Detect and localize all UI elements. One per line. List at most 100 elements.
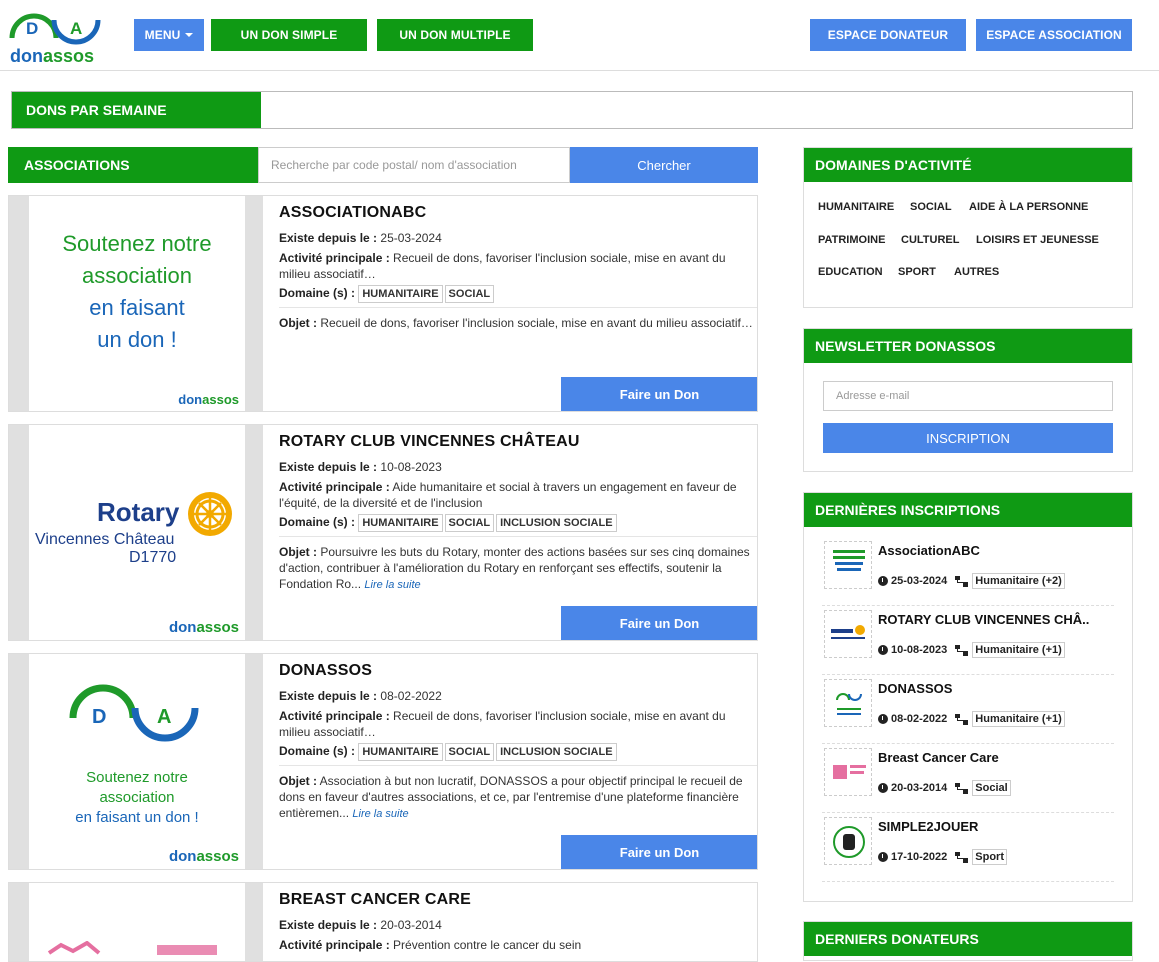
inscription-item[interactable]: SIMPLE2JOUER 17-10-2022 Sport [822, 813, 1114, 882]
logo-wordmark: donassos [10, 46, 95, 66]
inscription-meta: 10-08-2023 Humanitaire (+1) [878, 642, 1065, 658]
svg-text:D: D [92, 706, 106, 728]
espace-association-button[interactable]: ESPACE ASSOCIATION [976, 19, 1132, 51]
image-text-line: en faisant [89, 295, 185, 320]
inscription-name[interactable]: SIMPLE2JOUER [878, 819, 978, 834]
domain-tag[interactable]: SOCIAL [444, 285, 495, 303]
association-image[interactable]: Rotary Vincennes Château D1770 donassos [29, 425, 245, 640]
inscription-meta: 17-10-2022 Sport [878, 849, 1008, 865]
image-brand: donassos [168, 848, 239, 865]
lire-la-suite-link[interactable]: Lire la suite [352, 808, 408, 820]
domain-link-culturel[interactable]: CULTUREL [901, 234, 959, 246]
email-input[interactable]: Adresse e-mail [823, 381, 1113, 411]
object-line: Objet : Association à but non lucratif, … [279, 774, 743, 820]
association-card: Soutenez notre association en faisant un… [8, 195, 758, 412]
inscription-item[interactable]: Breast Cancer Care 20-03-2014 Social [822, 744, 1114, 813]
since-line: Existe depuis le : 25-03-2024 [279, 231, 442, 245]
inscription-meta: 25-03-2024 Humanitaire (+2) [878, 573, 1065, 589]
association-image[interactable] [29, 883, 245, 961]
inscription-thumbnail [824, 541, 872, 589]
association-card: Rotary Vincennes Château D1770 donassos … [8, 424, 758, 641]
domain-link-autres[interactable]: AUTRES [954, 266, 999, 278]
domains-line: Domaine (s) : HUMANITAIRE SOCIAL INCLUSION… [279, 743, 753, 761]
association-title[interactable]: ROTARY CLUB VINCENNES CHÂTEAU [279, 433, 580, 451]
domain-link-aide[interactable]: AIDE À LA PERSONNE [969, 201, 1088, 213]
lire-la-suite-link[interactable]: Lire la suite [364, 579, 420, 591]
image-text-line: Soutenez notre [86, 769, 188, 786]
donateurs-panel: DERNIERS DONATEURS [803, 921, 1133, 961]
menu-button[interactable]: MENU [134, 19, 204, 51]
domain-tag[interactable]: HUMANITAIRE [358, 743, 443, 761]
card-left-strip [9, 654, 29, 869]
image-text-line: en faisant un don ! [75, 809, 199, 826]
association-search-input[interactable]: Recherche par code postal/ nom d'associa… [258, 147, 570, 183]
association-card: D A Soutenez notre association en faisan… [8, 653, 758, 870]
inscription-item[interactable]: AssociationABC 25-03-2024 Humanitaire (+… [822, 537, 1114, 606]
espace-donateur-button[interactable]: ESPACE DONATEUR [810, 19, 966, 51]
inscription-name[interactable]: AssociationABC [878, 543, 980, 558]
domain-link-sport[interactable]: SPORT [898, 266, 936, 278]
donassos-logo-icon: D A [69, 684, 199, 742]
domain-tag[interactable]: SOCIAL [444, 514, 495, 532]
domains-line: Domaine (s) : HUMANITAIRE SOCIAL INCLUSION… [279, 514, 753, 532]
clock-icon [878, 576, 888, 586]
inscription-thumbnail [824, 748, 872, 796]
sitemap-icon [955, 851, 969, 863]
faire-un-don-button[interactable]: Faire un Don [561, 835, 757, 869]
dons-par-semaine-bar: DONS PAR SEMAINE [11, 91, 1133, 129]
domaines-title: DOMAINES D'ACTIVITÉ [804, 148, 1132, 182]
domain-tag[interactable]: SOCIAL [444, 743, 495, 761]
inscription-name[interactable]: ROTARY CLUB VINCENNES CHÂ.. [878, 612, 1089, 627]
faire-un-don-button[interactable]: Faire un Don [561, 606, 757, 640]
associations-label: ASSOCIATIONS [8, 147, 258, 183]
clock-icon [878, 783, 888, 793]
newsletter-title: NEWSLETTER DONASSOS [804, 329, 1132, 363]
faire-un-don-button[interactable]: Faire un Don [561, 377, 757, 411]
card-right-strip [245, 883, 263, 961]
inscription-domain-tag[interactable]: Humanitaire (+2) [972, 573, 1065, 589]
inscription-thumbnail [824, 817, 872, 865]
card-right-strip [245, 654, 263, 869]
domain-tag[interactable]: HUMANITAIRE [358, 285, 443, 303]
inscription-button[interactable]: INSCRIPTION [823, 423, 1113, 453]
clock-icon [878, 645, 888, 655]
inscription-domain-tag[interactable]: Humanitaire (+1) [972, 642, 1065, 658]
sitemap-icon [955, 713, 969, 725]
inscription-item[interactable]: ROTARY CLUB VINCENNES CHÂ.. 10-08-2023 H… [822, 606, 1114, 675]
inscriptions-title: DERNIÈRES INSCRIPTIONS [804, 493, 1132, 527]
inscription-name[interactable]: DONASSOS [878, 681, 952, 696]
inscriptions-panel: DERNIÈRES INSCRIPTIONS AssociationABC 25… [803, 492, 1133, 902]
inscription-domain-tag[interactable]: Sport [972, 849, 1008, 865]
inscription-meta: 08-02-2022 Humanitaire (+1) [878, 711, 1065, 727]
inscription-item[interactable]: DONASSOS 08-02-2022 Humanitaire (+1) [822, 675, 1114, 744]
inscription-domain-tag[interactable]: Social [972, 780, 1011, 796]
rotary-wheel-icon [188, 492, 232, 536]
association-title[interactable]: ASSOCIATIONABC [279, 204, 426, 222]
search-button[interactable]: Chercher [570, 147, 758, 183]
inscription-domain-tag[interactable]: Humanitaire (+1) [972, 711, 1065, 727]
rotary-club-name: Vincennes Château [35, 531, 175, 548]
since-line: Existe depuis le : 08-02-2022 [279, 689, 442, 703]
clock-icon [878, 714, 888, 724]
don-multiple-button[interactable]: UN DON MULTIPLE [377, 19, 533, 51]
domain-link-humanitaire[interactable]: HUMANITAIRE [818, 201, 894, 213]
donassos-logo[interactable]: D A donassos [8, 4, 108, 66]
association-image[interactable]: Soutenez notre association en faisant un… [29, 196, 245, 411]
domain-link-social[interactable]: SOCIAL [910, 201, 952, 213]
inscription-thumbnail [824, 679, 872, 727]
domain-link-loisirs[interactable]: LOISIRS ET JEUNESSE [976, 234, 1099, 246]
card-right-strip [245, 196, 263, 411]
don-simple-button[interactable]: UN DON SIMPLE [211, 19, 367, 51]
card-left-strip [9, 196, 29, 411]
domain-link-education[interactable]: EDUCATION [818, 266, 883, 278]
domain-tag[interactable]: INCLUSION SOCIALE [496, 514, 617, 532]
inscription-name[interactable]: Breast Cancer Care [878, 750, 999, 765]
domain-tag[interactable]: INCLUSION SOCIALE [496, 743, 617, 761]
svg-text:A: A [70, 19, 82, 38]
domain-link-patrimoine[interactable]: PATRIMOINE [818, 234, 885, 246]
svg-text:A: A [157, 706, 171, 728]
association-title[interactable]: BREAST CANCER CARE [279, 891, 471, 909]
domain-tag[interactable]: HUMANITAIRE [358, 514, 443, 532]
association-title[interactable]: DONASSOS [279, 662, 372, 680]
association-image[interactable]: D A Soutenez notre association en faisan… [29, 654, 245, 869]
